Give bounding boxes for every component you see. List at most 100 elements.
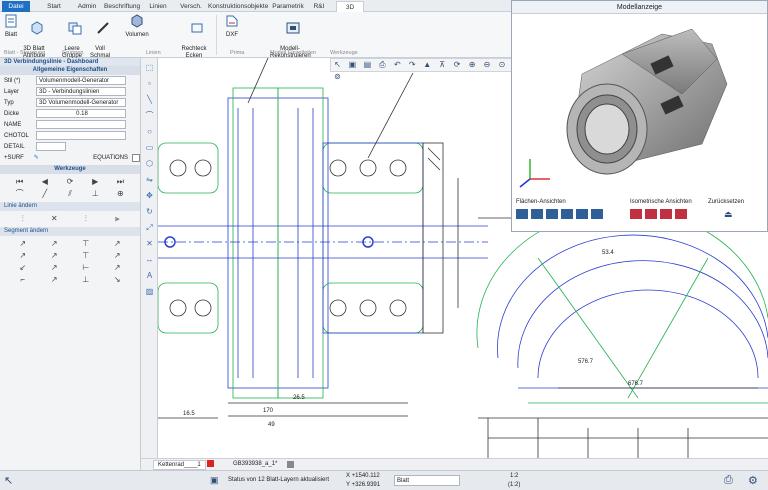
- dicke-field[interactable]: 0.18: [36, 109, 126, 118]
- seg-11-icon[interactable]: ⊢: [71, 263, 101, 273]
- seg-5-icon[interactable]: ↗: [8, 251, 38, 261]
- vt-poly-icon[interactable]: ⬡: [143, 157, 156, 170]
- iso-view-3-icon[interactable]: [660, 209, 672, 219]
- chotol-field[interactable]: [36, 131, 126, 140]
- face-view-2-icon[interactable]: [531, 209, 543, 219]
- vt-rotate-icon[interactable]: ↻: [143, 205, 156, 218]
- vt-circle-icon[interactable]: ○: [143, 125, 156, 138]
- vt-arc-icon[interactable]: ⌒: [143, 109, 156, 122]
- undo-icon[interactable]: ↶: [391, 59, 404, 71]
- scale-value[interactable]: 1:2: [510, 473, 518, 479]
- vt-move-icon[interactable]: ✥: [143, 189, 156, 202]
- zoom-in-icon[interactable]: ⊕: [466, 59, 479, 71]
- segment-aendern-header[interactable]: Segment ändern: [0, 227, 140, 236]
- line-edit-1-icon[interactable]: ⫶: [8, 214, 38, 224]
- volumen-button[interactable]: Volumen: [122, 14, 152, 39]
- reset-view-icon[interactable]: ⏏: [724, 209, 733, 220]
- settings-icon[interactable]: ⚙: [748, 474, 758, 487]
- face-view-1-icon[interactable]: [516, 209, 528, 219]
- zoom-out-icon[interactable]: ⊖: [481, 59, 494, 71]
- seg-8-icon[interactable]: ↗: [103, 251, 133, 261]
- regen-icon[interactable]: ⟳: [451, 59, 464, 71]
- tab-datei[interactable]: Datei: [2, 1, 30, 12]
- dxf-button[interactable]: DXF: [222, 14, 242, 39]
- blatt-field[interactable]: Blatt: [394, 475, 460, 486]
- tab-start[interactable]: Start: [40, 1, 68, 12]
- tab-parametrik[interactable]: Parametrik: [270, 1, 306, 12]
- line-tool-icon[interactable]: ╱: [33, 189, 56, 199]
- snap-icon[interactable]: ⊼: [436, 59, 449, 71]
- seg-12-icon[interactable]: ↗: [103, 263, 133, 273]
- seg-3-icon[interactable]: ⊤: [71, 239, 101, 249]
- seg-14-icon[interactable]: ↗: [40, 275, 70, 285]
- iso-view-2-icon[interactable]: [645, 209, 657, 219]
- pencil-icon[interactable]: ✎: [34, 154, 93, 161]
- tab-3d[interactable]: 3D: [336, 1, 364, 12]
- save-all-icon[interactable]: ▤: [361, 59, 374, 71]
- seg-6-icon[interactable]: ↗: [40, 251, 70, 261]
- vt-mirror-icon[interactable]: ⇋: [143, 173, 156, 186]
- iso-view-4-icon[interactable]: [675, 209, 687, 219]
- close-tab-icon[interactable]: [207, 460, 214, 467]
- seg-1-icon[interactable]: ↗: [8, 239, 38, 249]
- detail-field[interactable]: [36, 142, 66, 151]
- tab-ri[interactable]: R&I: [308, 1, 330, 12]
- tab-admin[interactable]: Admin: [73, 1, 101, 12]
- iso-view-1-icon[interactable]: [630, 209, 642, 219]
- curve-tool-icon[interactable]: ⌒: [8, 189, 31, 199]
- section-general-header[interactable]: Allgemeine Eigenschaften: [0, 66, 140, 75]
- face-view-4-icon[interactable]: [561, 209, 573, 219]
- linie-aendern-header[interactable]: Linie ändern: [0, 202, 140, 211]
- zoom-extents-icon[interactable]: ⊚: [331, 71, 344, 83]
- seg-15-icon[interactable]: ⊥: [71, 275, 101, 285]
- vt-line-icon[interactable]: ╲: [143, 93, 156, 106]
- close-tab-2-icon[interactable]: [287, 461, 294, 468]
- tab-linien[interactable]: Linien: [143, 1, 173, 12]
- triangle-icon[interactable]: ▲: [421, 59, 434, 71]
- vt-text-icon[interactable]: A: [143, 269, 156, 282]
- tab-beschriftung[interactable]: Beschriftung: [104, 1, 140, 12]
- seg-9-icon[interactable]: ↙: [8, 263, 38, 273]
- vt-hatch-icon[interactable]: ▨: [143, 285, 156, 298]
- face-view-3-icon[interactable]: [546, 209, 558, 219]
- seg-4-icon[interactable]: ↗: [103, 239, 133, 249]
- pointer-icon[interactable]: ↖: [331, 59, 344, 71]
- line-edit-4-icon[interactable]: ⫸: [103, 214, 133, 224]
- model-viewer-window[interactable]: Modellanzeige Flächen-Ansichten Isometri…: [511, 0, 768, 232]
- seg-13-icon[interactable]: ⌐: [8, 275, 38, 285]
- vt-select-icon[interactable]: ⬚: [143, 61, 156, 74]
- layer-select[interactable]: 3D - Verbindungslinien: [36, 87, 126, 96]
- vt-rect-icon[interactable]: ▭: [143, 141, 156, 154]
- equations-checkbox[interactable]: [132, 153, 140, 162]
- print-icon[interactable]: ⎙: [376, 59, 389, 71]
- tab-konstruktionsobjekte[interactable]: Konstruktionsobjekte: [208, 1, 268, 12]
- refresh-icon[interactable]: ⟳: [58, 177, 81, 187]
- save-icon[interactable]: ▣: [346, 59, 359, 71]
- zoom-window-icon[interactable]: ⊙: [495, 59, 508, 71]
- line-edit-2-icon[interactable]: ✕: [40, 214, 70, 224]
- stil-select[interactable]: Volumenmodell-Generator: [36, 76, 126, 85]
- doc-tab-gb393938[interactable]: GB393938_a_1*: [229, 460, 281, 468]
- printer-icon[interactable]: ⎙: [724, 474, 733, 487]
- prev-icon[interactable]: ◀: [33, 177, 56, 187]
- next-icon[interactable]: ▶: [84, 177, 107, 187]
- redo-icon[interactable]: ↷: [406, 59, 419, 71]
- split-tool-icon[interactable]: ⫽: [58, 189, 81, 199]
- seg-16-icon[interactable]: ↘: [103, 275, 133, 285]
- last-icon[interactable]: ⏭: [109, 177, 132, 187]
- seg-2-icon[interactable]: ↗: [40, 239, 70, 249]
- cursor-mode-icon[interactable]: ↖: [4, 474, 13, 487]
- seg-10-icon[interactable]: ↗: [40, 263, 70, 273]
- name-field[interactable]: [36, 120, 126, 129]
- face-view-6-icon[interactable]: [591, 209, 603, 219]
- typ-select[interactable]: 3D Volumenmodell-Generator: [36, 98, 126, 107]
- trim-tool-icon[interactable]: ⊥: [84, 189, 107, 199]
- vt-scale-icon[interactable]: ⤢: [143, 221, 156, 234]
- vt-point-icon[interactable]: ▫: [143, 77, 156, 90]
- tab-versch[interactable]: Versch.: [176, 1, 206, 12]
- first-icon[interactable]: ⏮: [8, 177, 31, 187]
- section-tools-header[interactable]: Werkzeuge: [0, 165, 140, 174]
- vt-delete-icon[interactable]: ✕: [143, 237, 156, 250]
- doc-tab-kettenrad[interactable]: Kettenrad____1: [153, 460, 206, 470]
- line-edit-3-icon[interactable]: ⫶: [71, 214, 101, 224]
